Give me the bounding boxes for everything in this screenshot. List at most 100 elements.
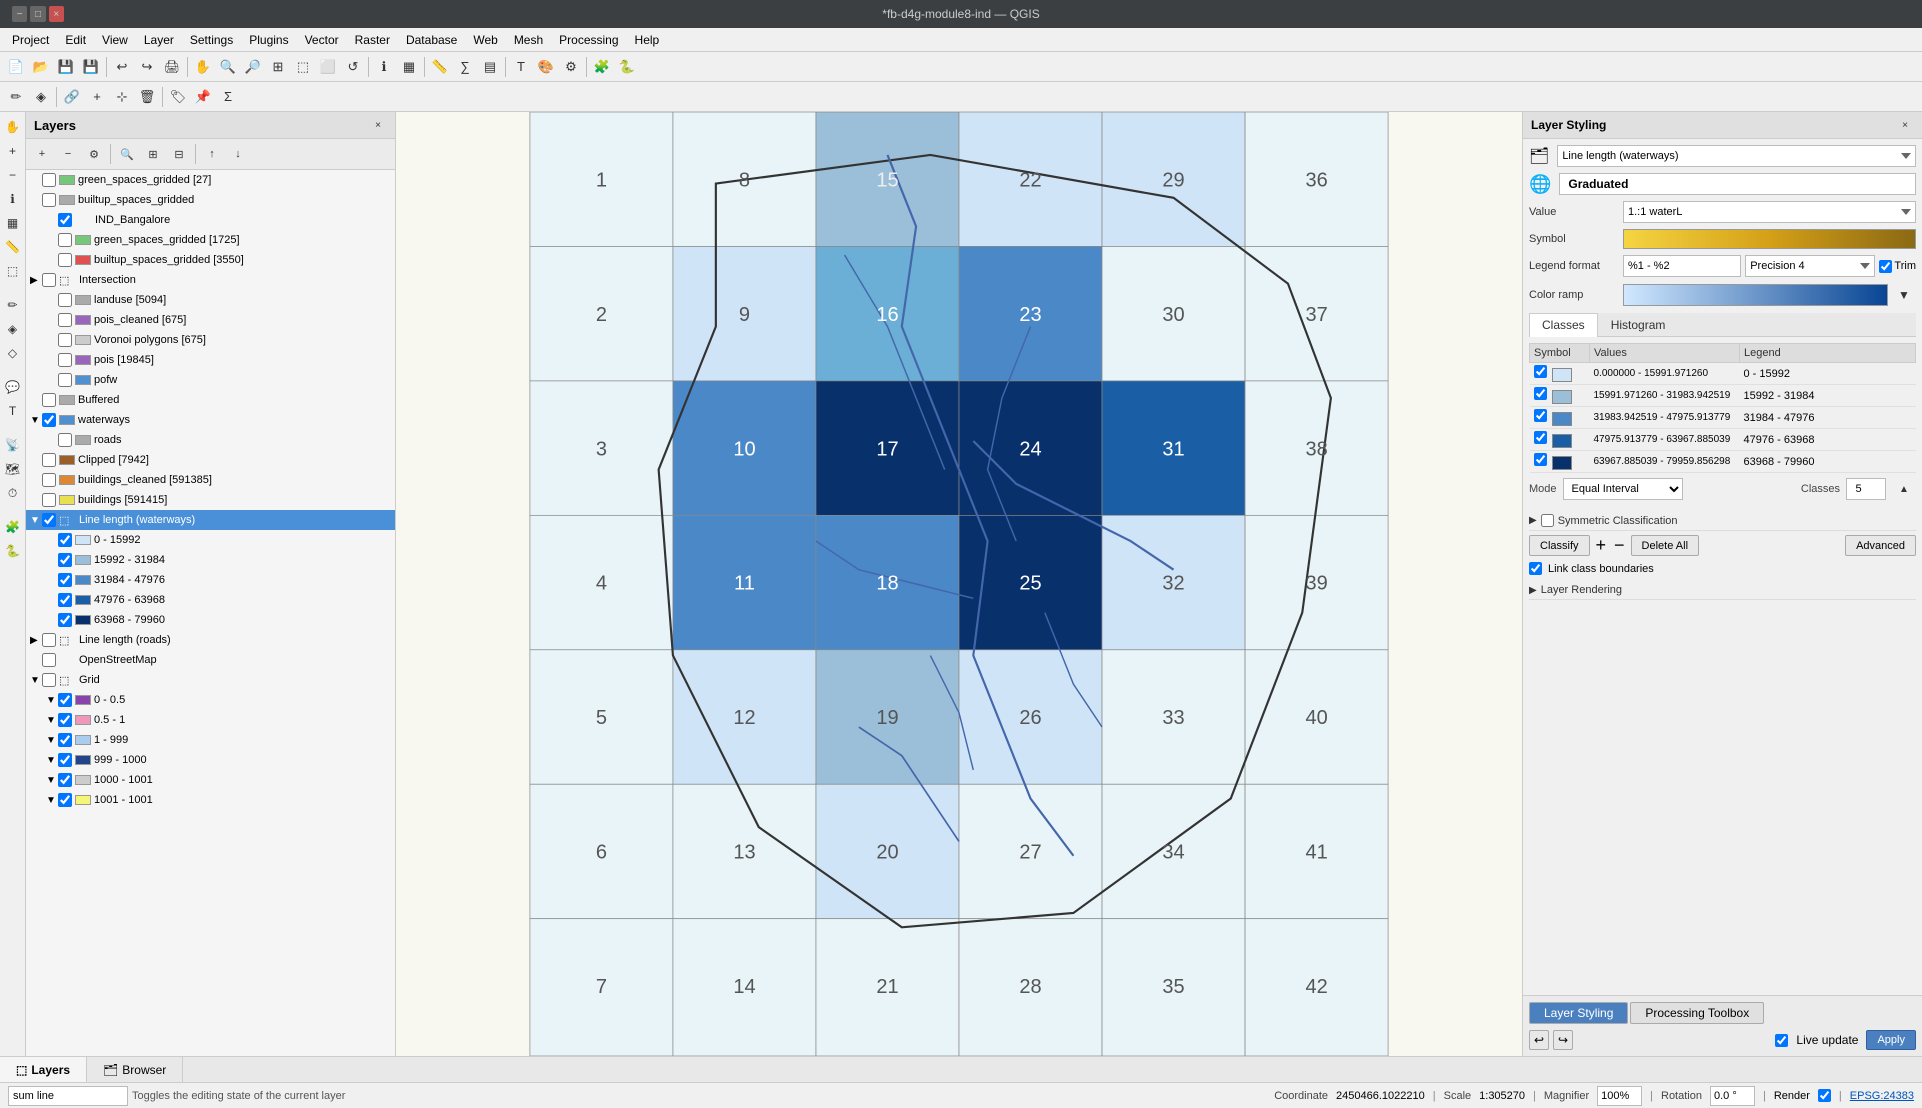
tab-histogram[interactable]: Histogram xyxy=(1598,313,1679,336)
layer-item-IND_Bangalore[interactable]: IND_Bangalore xyxy=(26,210,395,230)
layer-checkbox-grid_1000_1001[interactable] xyxy=(58,773,72,787)
layer-lt[interactable]: ⬚ xyxy=(2,260,24,282)
layer-item-class_31984_47976[interactable]: 31984 - 47976 xyxy=(26,570,395,590)
tab-processing-toolbox-btn[interactable]: Processing Toolbox xyxy=(1630,1002,1764,1024)
color-ramp-swatch[interactable] xyxy=(1623,284,1888,306)
layer-item-grid_1000_1001[interactable]: ▼1000 - 1001 xyxy=(26,770,395,790)
menu-web[interactable]: Web xyxy=(465,31,505,49)
epsg-badge[interactable]: EPSG:24383 xyxy=(1850,1090,1914,1102)
layer-item-buildings_cleaned[interactable]: buildings_cleaned [591385] xyxy=(26,470,395,490)
python-lt[interactable]: 🐍 xyxy=(2,540,24,562)
map-area[interactable]: 1 8 15 22 29 36 2 9 16 23 30 37 3 10 17 … xyxy=(396,112,1522,1056)
mode-dropdown[interactable]: Equal Interval Quantile Natural Breaks P… xyxy=(1563,478,1683,500)
identify-btn[interactable]: ℹ xyxy=(372,55,396,79)
label-feature-btn[interactable]: 🏷 xyxy=(166,85,190,109)
layer-item-line_length_waterways[interactable]: ▼⬚Line length (waterways) xyxy=(26,510,395,530)
rotation-input[interactable] xyxy=(1710,1086,1755,1106)
menu-layer[interactable]: Layer xyxy=(136,31,182,49)
layer-item-green_spaces_gridded[interactable]: green_spaces_gridded [27] xyxy=(26,170,395,190)
layer-checkbox-pois_19845[interactable] xyxy=(58,353,72,367)
layer-checkbox-grid_1001_1001[interactable] xyxy=(58,793,72,807)
layer-checkbox-grid_05_1[interactable] xyxy=(58,713,72,727)
symbol-preview[interactable] xyxy=(1623,229,1916,249)
layer-checkbox-buildings_cleaned[interactable] xyxy=(42,473,56,487)
trim-checkbox[interactable] xyxy=(1879,260,1892,273)
class-legend-0[interactable]: 0 - 15992 xyxy=(1740,363,1916,385)
layer-item-builtup_spaces_gridded[interactable]: builtup_spaces_gridded xyxy=(26,190,395,210)
remove-class-btn[interactable]: − xyxy=(1614,535,1625,556)
class-cb-2[interactable] xyxy=(1534,409,1547,422)
layer-checkbox-waterways[interactable] xyxy=(42,413,56,427)
zoom-in-btn[interactable]: 🔍 xyxy=(216,55,240,79)
menu-project[interactable]: Project xyxy=(4,31,57,49)
layer-checkbox-builtup_spaces_gridded_3550[interactable] xyxy=(58,253,72,267)
redo-styling-btn[interactable]: ↪ xyxy=(1553,1030,1573,1050)
layer-checkbox-builtup_spaces_gridded[interactable] xyxy=(42,193,56,207)
layer-item-builtup_spaces_gridded_3550[interactable]: builtup_spaces_gridded [3550] xyxy=(26,250,395,270)
class-color-1[interactable] xyxy=(1552,390,1572,404)
class-legend-4[interactable]: 63968 - 79960 xyxy=(1740,451,1916,473)
filter-layer-btn[interactable]: 🔍 xyxy=(115,142,139,166)
color-ramp-menu-btn[interactable]: ▼ xyxy=(1892,283,1916,307)
python-btn[interactable]: 🐍 xyxy=(615,55,639,79)
add-layer-btn[interactable]: + xyxy=(30,142,54,166)
refresh-btn[interactable]: ↺ xyxy=(341,55,365,79)
layer-item-buffered[interactable]: Buffered xyxy=(26,390,395,410)
class-cb-4[interactable] xyxy=(1534,453,1547,466)
search-input[interactable] xyxy=(8,1086,128,1106)
layer-checkbox-class_15992_31984[interactable] xyxy=(58,553,72,567)
layer-item-class_47976_63968[interactable]: 47976 - 63968 xyxy=(26,590,395,610)
layer-checkbox-class_0_15992[interactable] xyxy=(58,533,72,547)
remove-layer-btn[interactable]: − xyxy=(56,142,80,166)
magnifier-input[interactable] xyxy=(1597,1086,1642,1106)
plugins-lt[interactable]: 🧩 xyxy=(2,516,24,538)
delete-all-btn[interactable]: Delete All xyxy=(1631,535,1699,556)
layer-checkbox-grid[interactable] xyxy=(42,673,56,687)
menu-database[interactable]: Database xyxy=(398,31,465,49)
measure-lt[interactable]: 📏 xyxy=(2,236,24,258)
layer-item-roads[interactable]: roads xyxy=(26,430,395,450)
layer-checkbox-pois_cleaned[interactable] xyxy=(58,313,72,327)
layer-item-grid_1_999[interactable]: ▼1 - 999 xyxy=(26,730,395,750)
class-cb-0[interactable] xyxy=(1534,365,1547,378)
menu-view[interactable]: View xyxy=(94,31,136,49)
layer-checkbox-buffered[interactable] xyxy=(42,393,56,407)
layer-item-grid_1001_1001[interactable]: ▼1001 - 1001 xyxy=(26,790,395,810)
layer-item-grid_05_1[interactable]: ▼0.5 - 1 xyxy=(26,710,395,730)
legend-format-input[interactable] xyxy=(1623,255,1741,277)
annotation-lt[interactable]: 💬 xyxy=(2,376,24,398)
class-cb-1[interactable] xyxy=(1534,387,1547,400)
zoom-full-btn[interactable]: ⊞ xyxy=(266,55,290,79)
select-btn[interactable]: ▦ xyxy=(397,55,421,79)
zoom-layer-btn[interactable]: ⬚ xyxy=(291,55,315,79)
layer-checkbox-openstreetmap[interactable] xyxy=(42,653,56,667)
layer-item-pois_cleaned[interactable]: pois_cleaned [675] xyxy=(26,310,395,330)
plugins-btn[interactable]: 🧩 xyxy=(590,55,614,79)
layer-item-clipped[interactable]: Clipped [7942] xyxy=(26,450,395,470)
layer-item-class_15992_31984[interactable]: 15992 - 31984 xyxy=(26,550,395,570)
edit-lt[interactable]: ◈ xyxy=(2,318,24,340)
new-project-btn[interactable]: 📄 xyxy=(4,55,28,79)
layer-name-dropdown[interactable]: Line length (waterways) xyxy=(1557,145,1916,167)
save-btn[interactable]: 💾 xyxy=(54,55,78,79)
zoom-out-btn[interactable]: 🔎 xyxy=(241,55,265,79)
render-checkbox[interactable] xyxy=(1818,1089,1831,1102)
layer-item-grid_999_1000[interactable]: ▼999 - 1000 xyxy=(26,750,395,770)
apply-btn[interactable]: Apply xyxy=(1866,1030,1916,1050)
layer-item-class_0_15992[interactable]: 0 - 15992 xyxy=(26,530,395,550)
tab-classes[interactable]: Classes xyxy=(1529,313,1598,337)
snapping-btn[interactable]: 🔗 xyxy=(60,85,84,109)
layer-checkbox-grid_999_1000[interactable] xyxy=(58,753,72,767)
class-legend-2[interactable]: 31984 - 47976 xyxy=(1740,407,1916,429)
layer-item-grid[interactable]: ▼⬚Grid xyxy=(26,670,395,690)
redo-btn[interactable]: ↪ xyxy=(135,55,159,79)
delete-feature-btn[interactable]: 🗑 xyxy=(135,85,159,109)
collapse-all-btn[interactable]: ⊟ xyxy=(167,142,191,166)
label-btn[interactable]: T xyxy=(509,55,533,79)
layer-checkbox-line_length_roads[interactable] xyxy=(42,633,56,647)
classify-btn[interactable]: Classify xyxy=(1529,535,1590,556)
style-btn[interactable]: 🎨 xyxy=(534,55,558,79)
text-lt[interactable]: T xyxy=(2,400,24,422)
layer-checkbox-green_spaces_gridded_1725[interactable] xyxy=(58,233,72,247)
statistics-btn[interactable]: ∑ xyxy=(453,55,477,79)
